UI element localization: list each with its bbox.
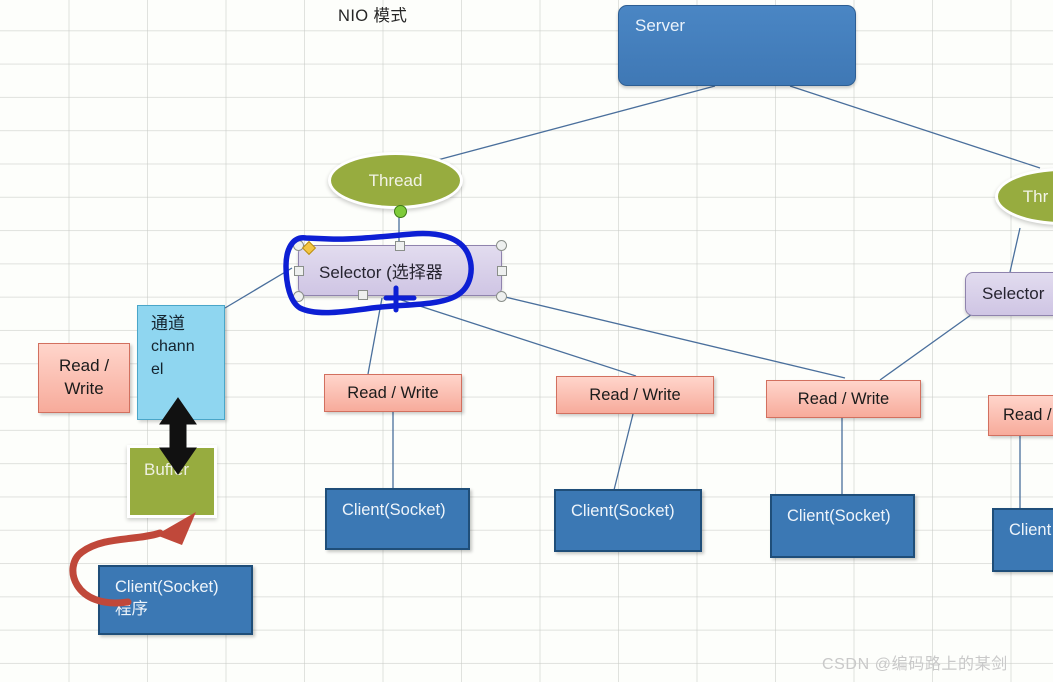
ink-annotation-selector [283,230,474,316]
diagram-canvas: NIO 模式 Server Thread Thr Selector (选择器 S… [0,0,1053,682]
watermark: CSDN @编码路上的某剑 [822,656,1008,673]
